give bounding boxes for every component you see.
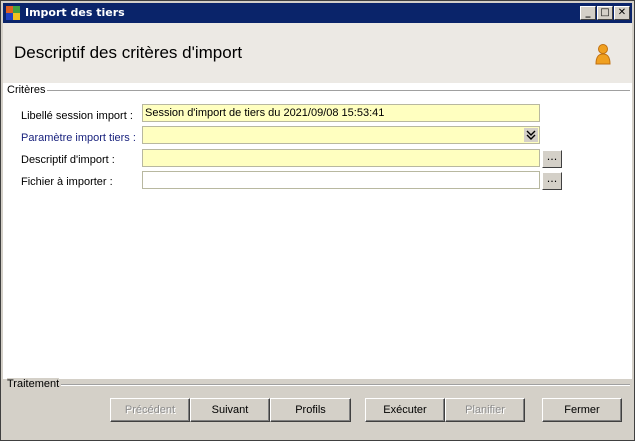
session-input[interactable]: Session d'import de tiers du 2021/09/08 …: [142, 104, 540, 122]
execute-button[interactable]: Exécuter: [365, 398, 445, 422]
maximize-button[interactable]: □: [597, 6, 613, 20]
desc-browse-button[interactable]: ...: [542, 150, 562, 168]
session-label: Libellé session import :: [21, 110, 133, 122]
profiles-button[interactable]: Profils: [270, 398, 351, 422]
next-button[interactable]: Suivant: [190, 398, 270, 422]
previous-button[interactable]: Précédent: [110, 398, 190, 422]
app-icon: [6, 6, 20, 20]
close-dialog-button[interactable]: Fermer: [542, 398, 622, 422]
param-select[interactable]: [142, 126, 540, 144]
criteria-separator: [47, 90, 630, 92]
criteria-panel: Critères Libellé session import : Sessio…: [3, 83, 632, 379]
param-label[interactable]: Paramètre import tiers :: [21, 132, 136, 144]
title-bar[interactable]: Import des tiers _ □ ✕: [3, 3, 632, 23]
chevron-down-icon[interactable]: [524, 128, 538, 142]
import-window: Import des tiers _ □ ✕ Descriptif des cr…: [0, 0, 635, 441]
page-title: Descriptif des critères d'import: [14, 43, 243, 62]
desc-input[interactable]: [142, 149, 540, 167]
desc-label: Descriptif d'import :: [21, 154, 115, 166]
header-panel: Descriptif des critères d'import: [3, 23, 632, 83]
schedule-button[interactable]: Planifier: [445, 398, 525, 422]
file-browse-button[interactable]: ...: [542, 172, 562, 190]
treatment-separator: [61, 384, 630, 386]
user-icon: [595, 44, 611, 65]
minimize-button[interactable]: _: [580, 6, 596, 20]
close-button[interactable]: ✕: [614, 6, 630, 20]
file-input[interactable]: [142, 171, 540, 189]
criteria-group-label: Critères: [7, 84, 46, 96]
file-label: Fichier à importer :: [21, 176, 113, 188]
treatment-panel: Traitement Précédent Suivant Profils Exé…: [3, 378, 632, 438]
treatment-group-label: Traitement: [7, 378, 60, 390]
window-title: Import des tiers: [25, 6, 125, 19]
